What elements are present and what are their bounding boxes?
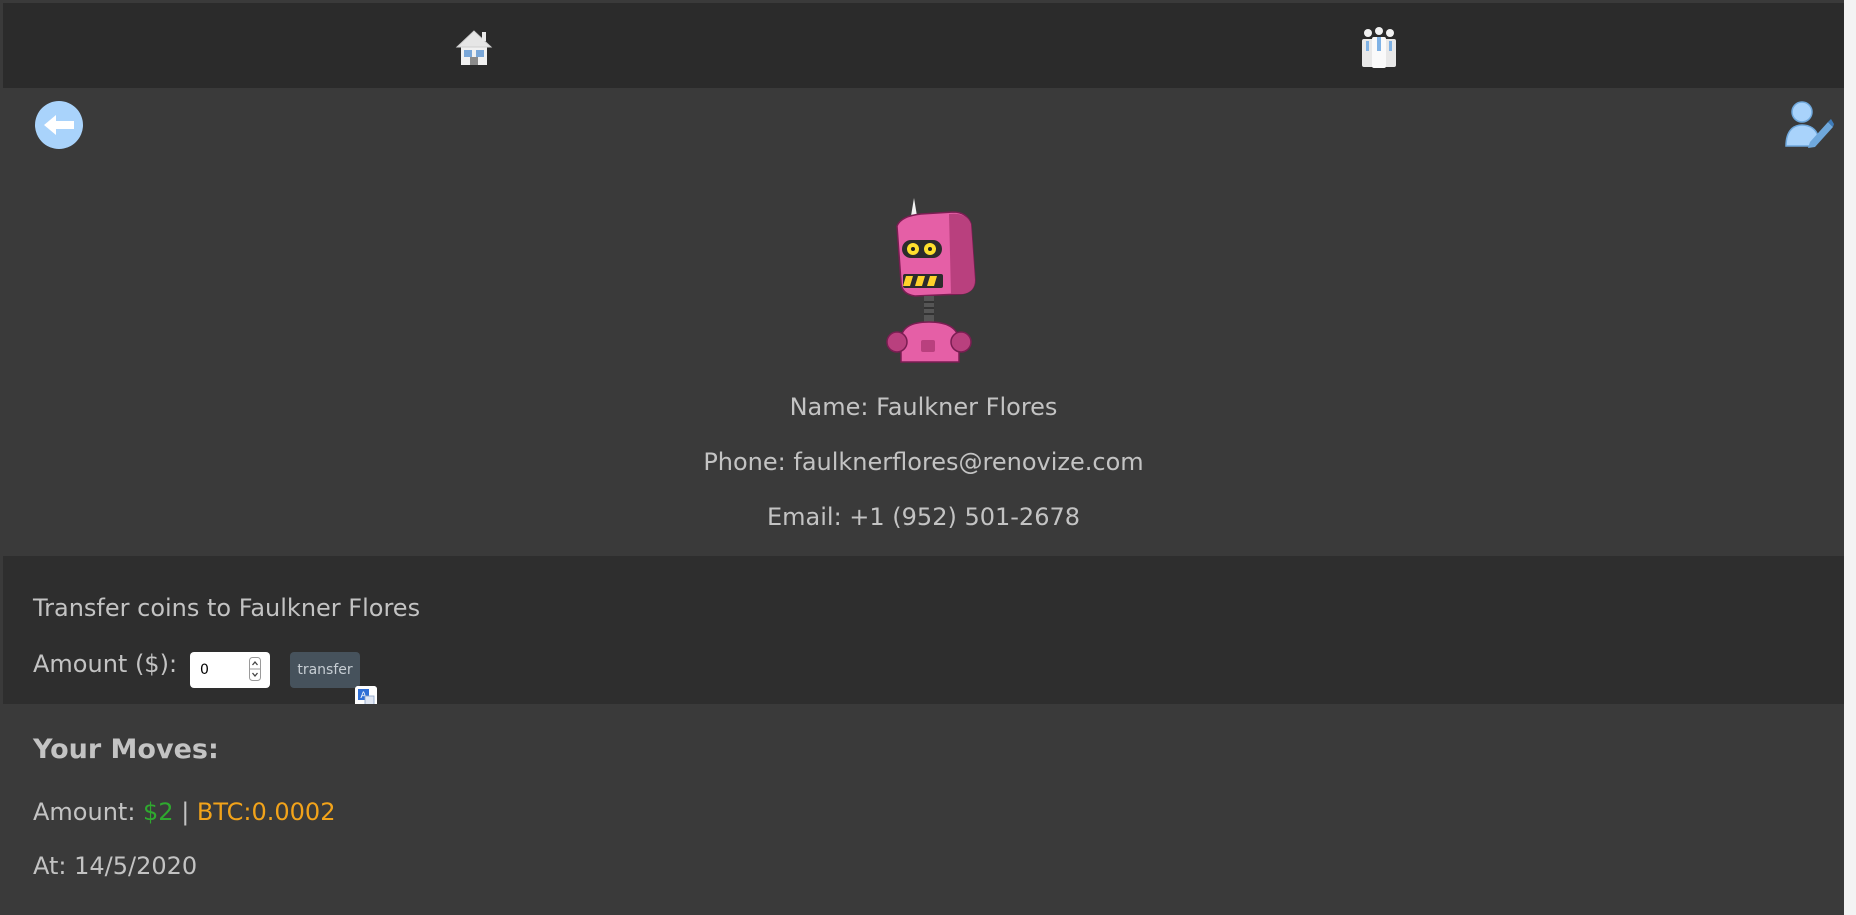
- contact-profile-section: Name: Faulkner Flores Phone: faulknerflo…: [3, 88, 1844, 556]
- your-moves-section: Your Moves: Amount: $2 | BTC:0.0002 At: …: [3, 704, 1844, 915]
- contact-phone: Phone: faulknerflores@renovize.com: [703, 448, 1144, 476]
- transfer-section: Transfer coins to Faulkner Flores Amount…: [3, 556, 1844, 708]
- number-spinner[interactable]: [249, 657, 261, 681]
- contacts-nav-button[interactable]: [1358, 25, 1400, 71]
- top-nav-bar: [3, 3, 1844, 88]
- app-frame: Name: Faulkner Flores Phone: faulknerflo…: [0, 0, 1856, 915]
- transfer-title: Transfer coins to Faulkner Flores: [33, 594, 421, 622]
- move-separator: |: [173, 798, 197, 826]
- edit-contact-button[interactable]: [1782, 98, 1834, 148]
- contact-email: Email: +1 (952) 501-2678: [766, 503, 1081, 531]
- window-edge: [1844, 0, 1856, 915]
- move-date: At: 14/5/2020: [33, 852, 198, 880]
- transfer-button[interactable]: transfer: [290, 652, 360, 688]
- home-nav-button[interactable]: [453, 25, 495, 71]
- contact-name: Name: Faulkner Flores: [789, 393, 1058, 421]
- contacts-icon: [1362, 27, 1396, 68]
- robot-avatar-image: [886, 198, 976, 363]
- amount-input[interactable]: [200, 660, 246, 680]
- amount-input-box: [190, 652, 270, 688]
- amount-label: Amount ($):: [33, 650, 178, 678]
- arrow-left-icon: [35, 101, 83, 149]
- move-usd-value: $2: [143, 798, 174, 826]
- moves-title: Your Moves:: [33, 734, 219, 765]
- back-button[interactable]: [34, 100, 84, 150]
- move-amount-prefix: Amount:: [33, 798, 144, 826]
- move-amount: Amount: $2 | BTC:0.0002: [33, 798, 335, 826]
- edit-user-icon: [1785, 101, 1834, 148]
- home-icon: [455, 30, 493, 65]
- move-btc-value: BTC:0.0002: [196, 798, 336, 826]
